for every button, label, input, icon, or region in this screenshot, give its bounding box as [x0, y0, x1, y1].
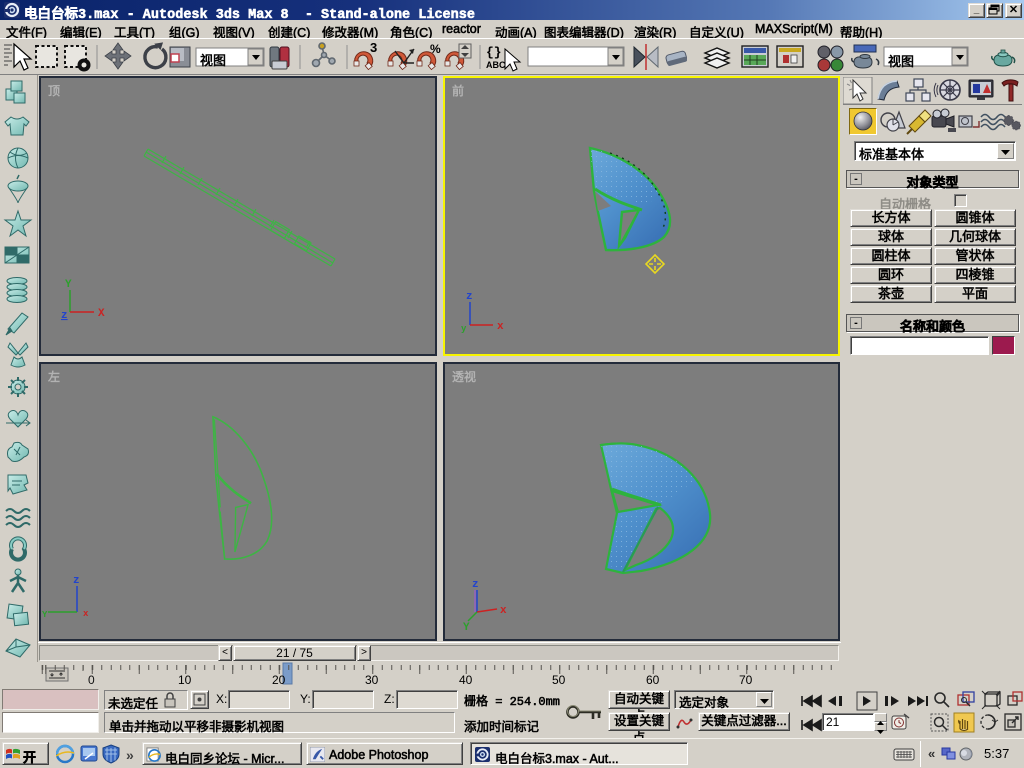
- svg-text:Y: Y: [42, 610, 48, 620]
- svg-text:z: z: [466, 291, 473, 303]
- svg-text:z: z: [472, 579, 479, 591]
- svg-text:{}: {}: [486, 45, 502, 60]
- svg-text:x: x: [497, 321, 504, 333]
- svg-text:z: z: [73, 575, 80, 587]
- svg-text:3: 3: [370, 40, 377, 55]
- svg-text:x: x: [500, 605, 507, 617]
- svg-text:x: x: [83, 609, 89, 619]
- svg-text:»: »: [126, 747, 134, 763]
- svg-text:X: X: [98, 308, 105, 320]
- svg-text:ABC: ABC: [486, 60, 506, 70]
- svg-text:Y: Y: [65, 279, 72, 291]
- svg-text:%: %: [430, 42, 441, 56]
- svg-text:Y: Y: [463, 622, 470, 634]
- svg-text:z: z: [61, 310, 68, 322]
- svg-text:y: y: [461, 324, 467, 334]
